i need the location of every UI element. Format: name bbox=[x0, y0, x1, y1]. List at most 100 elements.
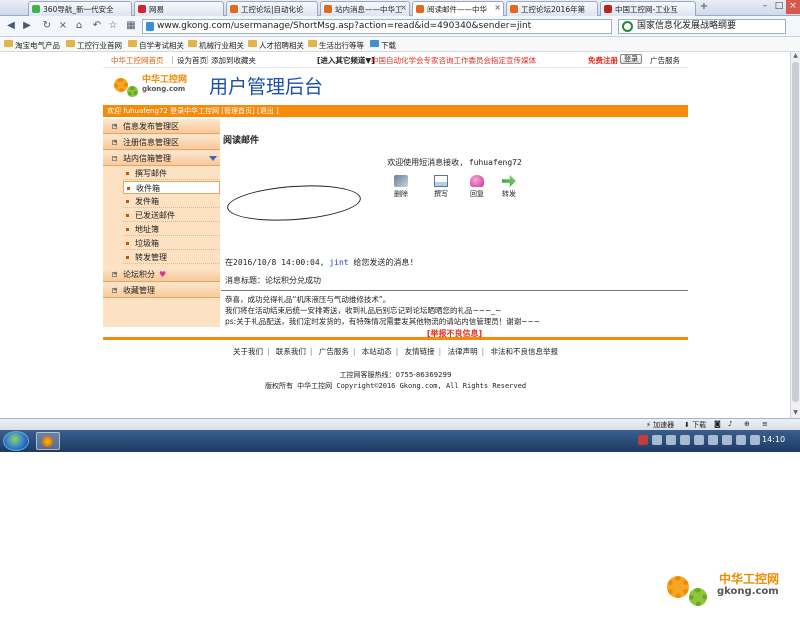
sidebar-item-favorites[interactable]: + 收藏管理 bbox=[103, 283, 220, 298]
footer-link[interactable]: 友情链接 bbox=[405, 347, 435, 356]
navigation-bar: ◀ ▶ ↻ × ⌂ ↶ ☆ ▦ www.gkong.com/usermanage… bbox=[0, 16, 800, 37]
sidebar-item-register-info[interactable]: + 注册信息管理区 bbox=[103, 135, 220, 150]
footer-link[interactable]: 联系我们 bbox=[276, 347, 306, 356]
sender-link[interactable]: jint bbox=[329, 258, 348, 267]
delete-button[interactable]: 删除 bbox=[389, 175, 413, 199]
undo-icon[interactable]: ↶ bbox=[90, 19, 104, 33]
footer-link[interactable]: 法律声明 bbox=[448, 347, 478, 356]
bookmark-item[interactable]: 人才招聘相关 bbox=[248, 40, 304, 51]
tab-gongkong[interactable]: 中国工控网-工业互 bbox=[600, 1, 696, 16]
camera-icon[interactable]: ◙ bbox=[714, 420, 721, 428]
zoom-icon[interactable]: ⊕ bbox=[744, 420, 750, 428]
new-tab-button[interactable]: + bbox=[698, 1, 710, 14]
taskbar-browser-item[interactable] bbox=[36, 432, 60, 450]
sidebar-item-outbox[interactable]: 发件箱 bbox=[123, 195, 220, 208]
vertical-scrollbar[interactable]: ▲ ▼ bbox=[790, 52, 800, 418]
close-tab-icon[interactable]: × bbox=[494, 3, 501, 12]
bookmark-item[interactable]: 下载 bbox=[370, 40, 396, 51]
bookmark-item[interactable]: 自学考试相关 bbox=[128, 40, 184, 51]
expand-icon: + bbox=[112, 139, 118, 145]
favorite-star-icon[interactable]: ☆ bbox=[106, 19, 120, 33]
minimize-icon[interactable]: – bbox=[758, 0, 772, 14]
menu-icon[interactable]: ≡ bbox=[762, 420, 768, 428]
sidebar-item-mailbox[interactable]: − 站内信箱管理 bbox=[103, 151, 220, 166]
tray-icon[interactable] bbox=[750, 435, 760, 445]
expand-icon: + bbox=[112, 271, 118, 277]
volume-icon[interactable] bbox=[736, 435, 746, 445]
forward-icon bbox=[502, 175, 516, 187]
ad-service-link[interactable]: 广告服务 bbox=[650, 55, 680, 66]
sidebar-item-trash[interactable]: 垃圾箱 bbox=[123, 237, 220, 250]
separator: | bbox=[171, 55, 174, 64]
tray-icon[interactable] bbox=[694, 435, 704, 445]
bullet-icon bbox=[126, 172, 129, 175]
bookmark-item[interactable]: 淘宝电气产品 bbox=[4, 40, 60, 51]
address-bar[interactable]: www.gkong.com/usermanage/ShortMsg.asp?ac… bbox=[142, 19, 612, 34]
bookmark-item[interactable]: 工控行业首网 bbox=[66, 40, 122, 51]
sidebar-item-inbox[interactable]: 收件箱 bbox=[123, 181, 220, 194]
clock[interactable]: 14:10 bbox=[762, 435, 785, 444]
tray-icon[interactable] bbox=[666, 435, 676, 445]
folder-icon bbox=[188, 40, 197, 47]
register-link[interactable]: 免费注册 bbox=[588, 55, 618, 66]
bookmark-item[interactable]: 生活出行等等 bbox=[308, 40, 364, 51]
volume-icon[interactable]: ♪ bbox=[728, 420, 732, 428]
browser-status-bar: ⚡ 加速器 ⬇ 下载 ◙ ♪ ⊕ ≡ bbox=[0, 418, 800, 430]
scroll-up-icon[interactable]: ▲ bbox=[791, 52, 800, 61]
bullet-icon bbox=[126, 214, 129, 217]
search-input[interactable]: 国家信息化发展战略纲要 bbox=[618, 19, 786, 34]
scrollbar-thumb[interactable] bbox=[792, 62, 799, 402]
tab-forum[interactable]: 工控论坛|自动化论 bbox=[226, 1, 318, 16]
maximize-icon[interactable]: □ bbox=[772, 0, 786, 14]
tab-favicon-icon bbox=[416, 5, 424, 13]
accelerator-button[interactable]: ⚡ 加速器 bbox=[646, 420, 674, 430]
tray-icon[interactable] bbox=[708, 435, 718, 445]
tab-360[interactable]: 360导航_新一代安全 bbox=[28, 1, 132, 16]
bullet-icon bbox=[126, 242, 129, 245]
start-button[interactable] bbox=[3, 431, 29, 451]
home-icon[interactable]: ⌂ bbox=[72, 19, 86, 33]
sidebar-item-address-book[interactable]: 地址簿 bbox=[123, 223, 220, 236]
site-logo[interactable]: 中华工控网 gkong.com bbox=[112, 72, 192, 104]
tray-icon[interactable] bbox=[680, 435, 690, 445]
tab-163[interactable]: 网易 bbox=[134, 1, 224, 16]
tab-messages[interactable]: 站内消息——中华工 × bbox=[320, 1, 410, 16]
sidebar-item-forward-manage[interactable]: 转发管理 bbox=[123, 251, 220, 264]
back-icon[interactable]: ◀ bbox=[4, 19, 18, 33]
network-icon[interactable] bbox=[722, 435, 732, 445]
forward-button[interactable]: 转发 bbox=[497, 175, 521, 199]
channel-dropdown[interactable]: [进入其它频道▼] bbox=[317, 55, 375, 66]
login-button[interactable]: 登录 bbox=[620, 54, 642, 64]
refresh-icon[interactable]: ↻ bbox=[40, 19, 54, 33]
apps-icon[interactable]: ▦ bbox=[124, 19, 138, 33]
sidebar-item-forum-points[interactable]: + 论坛积分 ♥ bbox=[103, 267, 220, 282]
footer-link[interactable]: 非法和不良信息举报 bbox=[491, 347, 559, 356]
watermark-text: 中华工控网 bbox=[719, 572, 780, 586]
close-tab-icon[interactable]: × bbox=[400, 3, 407, 12]
reply-button[interactable]: 回复 bbox=[465, 175, 489, 199]
download-button[interactable]: ⬇ 下载 bbox=[684, 420, 706, 430]
footer-link[interactable]: 关于我们 bbox=[233, 347, 263, 356]
tab-forum-2016[interactable]: 工控论坛2016年第 bbox=[506, 1, 598, 16]
notice-text[interactable]: 中国自动化学会专家咨询工作委员会指定宣传媒体 bbox=[371, 55, 536, 66]
gear-icon bbox=[127, 86, 138, 97]
compose-button[interactable]: 撰写 bbox=[429, 175, 453, 199]
sidebar-item-sent[interactable]: 已发送邮件 bbox=[123, 209, 220, 222]
forward-icon[interactable]: ▶ bbox=[20, 19, 34, 33]
footer-link[interactable]: 本站动态 bbox=[362, 347, 392, 356]
tab-read-mail[interactable]: 阅读邮件——中华 × bbox=[412, 1, 504, 16]
close-window-icon[interactable]: × bbox=[786, 0, 800, 14]
ime-icon[interactable] bbox=[638, 435, 648, 445]
footer-link[interactable]: 广告服务 bbox=[319, 347, 349, 356]
logo-text: 中华工控网 bbox=[142, 75, 188, 85]
home-link[interactable]: 中华工控网首页 bbox=[111, 55, 164, 66]
site-top-strip: 中华工控网首页 | 设为首页 | 添加到收藏夹 [进入其它频道▼] 中国自动化学… bbox=[103, 52, 688, 68]
bookmark-item[interactable]: 机械行业相关 bbox=[188, 40, 244, 51]
sidebar-item-publish[interactable]: + 信息发布管理区 bbox=[103, 119, 220, 134]
tray-icon[interactable] bbox=[652, 435, 662, 445]
sidebar-item-compose[interactable]: 撰写邮件 bbox=[123, 167, 220, 180]
stop-icon[interactable]: × bbox=[56, 19, 70, 33]
add-favorite-link[interactable]: 添加到收藏夹 bbox=[211, 55, 256, 66]
set-homepage-link[interactable]: 设为首页 bbox=[177, 55, 207, 66]
scroll-down-icon[interactable]: ▼ bbox=[791, 409, 800, 418]
